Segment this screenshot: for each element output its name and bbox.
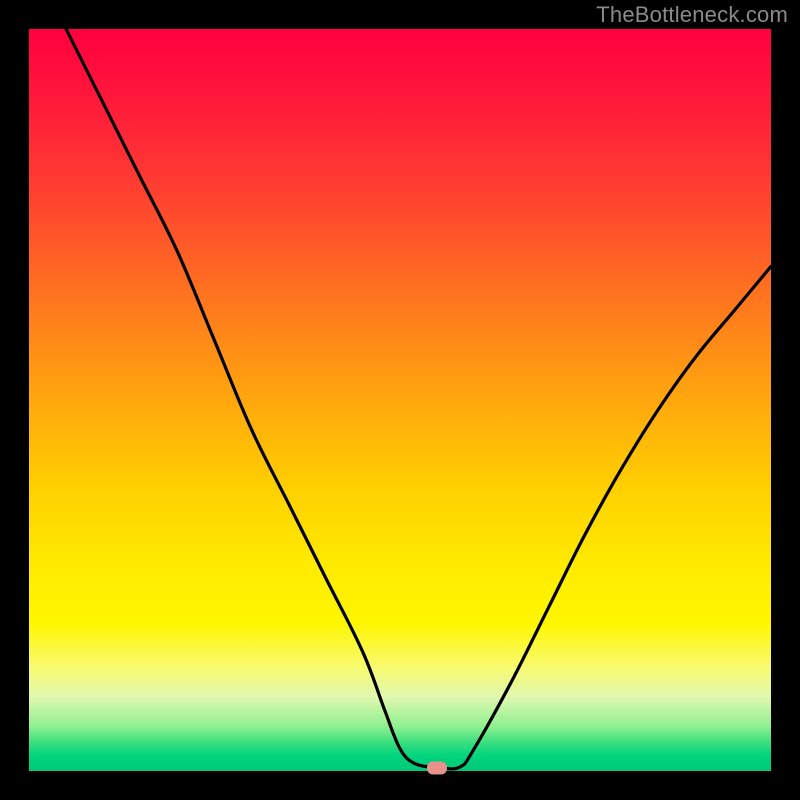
- bottleneck-curve: [29, 29, 771, 771]
- watermark-text: TheBottleneck.com: [596, 2, 788, 28]
- optimal-marker: [427, 762, 447, 775]
- chart-frame: TheBottleneck.com: [0, 0, 800, 800]
- curve-path: [66, 29, 771, 769]
- chart-plot-area: [29, 29, 771, 771]
